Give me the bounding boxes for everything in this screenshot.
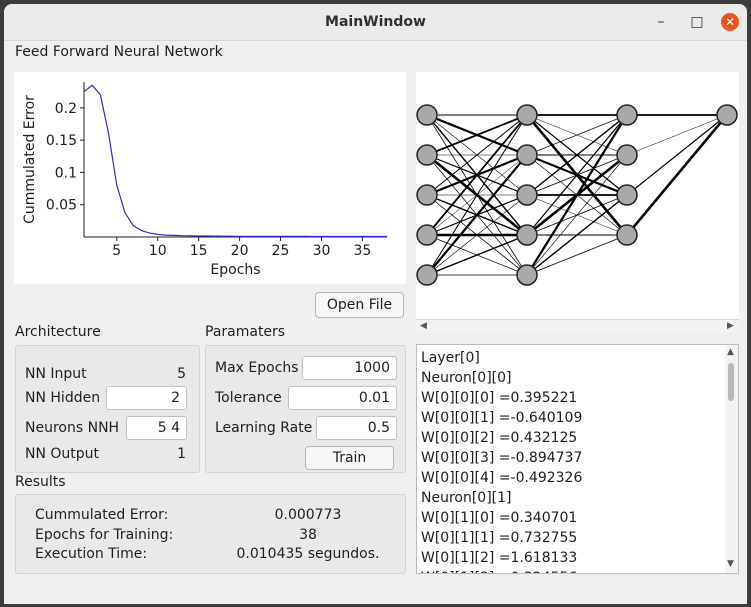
neuron-node (616, 104, 638, 126)
neuron-node (416, 224, 438, 246)
nn-input-value: 5 (177, 366, 186, 382)
execution-time-label: Execution Time: (35, 546, 148, 562)
neuron-node (416, 144, 438, 166)
scroll-up-icon[interactable]: ▲ (727, 347, 734, 357)
log-vertical-scrollbar[interactable]: ▲ ▼ (725, 344, 739, 574)
title-bar: MainWindow – □ ✕ (4, 4, 747, 41)
scroll-right-icon[interactable]: ▶ (727, 321, 734, 331)
architecture-title: Architecture (15, 324, 101, 340)
log-line: Neuron[0][0] (421, 370, 512, 386)
tolerance-label: Tolerance (215, 390, 282, 406)
diagram-horizontal-scrollbar[interactable]: ◀ ▶ (416, 319, 739, 333)
scroll-left-icon[interactable]: ◀ (420, 321, 427, 331)
x-tick-label: 5 (112, 243, 121, 259)
log-line: Layer[0] (421, 350, 480, 366)
x-tick-label: 15 (190, 243, 208, 259)
cummulated-error-value: 0.000773 (274, 507, 342, 523)
results-group: Cummulated Error: 0.000773 Epochs for Tr… (15, 494, 406, 574)
parameters-group: Max Epochs 1000 Tolerance 0.01 Learning … (205, 345, 406, 473)
y-tick-label: 0.1 (55, 165, 77, 181)
nn-hidden-field[interactable]: 2 (106, 386, 187, 410)
parameters-title: Paramaters (205, 324, 286, 340)
connection-line (526, 234, 628, 276)
error-chart-panel: 5 10 15 20 25 30 35 0.05 0.1 0.15 0.2 Epochs Cummula… (14, 72, 406, 284)
train-button[interactable]: Train (305, 446, 394, 470)
log-line: W[0][0][3] =-0.894737 (421, 450, 583, 466)
log-line: W[0][1][0] =0.340701 (421, 510, 578, 526)
results-title: Results (15, 474, 66, 490)
epochs-training-label: Epochs for Training: (35, 527, 174, 543)
architecture-group: NN Input 5 NN Hidden 2 Neurons NNH 5 4 N… (15, 345, 200, 473)
log-line: W[0][1][2] =1.618133 (421, 550, 578, 566)
y-tick-label: 0.2 (55, 101, 77, 117)
x-tick-label: 30 (313, 243, 331, 259)
epochs-training-value: 38 (299, 527, 317, 543)
close-icon[interactable]: ✕ (721, 13, 739, 31)
menu-bar: Feed Forward Neural Network (4, 41, 747, 65)
x-tick-label: 35 (354, 243, 372, 259)
log-line: W[0][1][3] =0.324556 (417, 568, 725, 573)
learning-rate-field[interactable]: 0.5 (316, 416, 397, 440)
log-line: W[0][0][0] =0.395221 (421, 390, 578, 406)
x-tick-label: 10 (149, 243, 167, 259)
main-window: MainWindow – □ ✕ Feed Forward Neural Net… (4, 4, 747, 604)
window-title: MainWindow (325, 14, 426, 30)
x-tick-label: 20 (231, 243, 249, 259)
neuron-node (716, 104, 738, 126)
neuron-node (516, 144, 538, 166)
log-line: W[0][1][1] =0.732755 (421, 530, 578, 546)
tolerance-field[interactable]: 0.01 (288, 386, 397, 410)
y-tick-label: 0.05 (46, 198, 77, 214)
log-line: W[0][0][1] =-0.640109 (421, 410, 583, 426)
neuron-node (516, 224, 538, 246)
nn-input-label: NN Input (25, 366, 87, 382)
minimize-icon[interactable]: – (652, 13, 670, 31)
error-series-line (83, 84, 387, 238)
nn-output-value: 1 (177, 446, 186, 462)
network-diagram-panel (416, 72, 739, 319)
neurons-nnh-field[interactable]: 5 4 (126, 416, 187, 440)
connection-line (626, 114, 728, 196)
y-tick-label: 0.15 (46, 133, 77, 149)
y-axis-label: Cummulated Error (22, 95, 38, 224)
neuron-node (516, 184, 538, 206)
connection-line (626, 114, 728, 236)
nn-output-label: NN Output (25, 446, 100, 462)
neuron-node (416, 264, 438, 286)
neuron-node (616, 144, 638, 166)
max-epochs-label: Max Epochs (215, 360, 299, 376)
weights-log[interactable]: Layer[0] Neuron[0][0] W[0][0][0] =0.395221… (416, 344, 726, 574)
scroll-thumb[interactable] (728, 363, 734, 401)
error-chart: 5 10 15 20 25 30 35 0.05 0.1 0.15 0.2 Epochs Cummula… (22, 82, 387, 278)
cummulated-error-label: Cummulated Error: (35, 507, 169, 523)
learning-rate-label: Learning Rate (215, 420, 313, 436)
maximize-icon[interactable]: □ (688, 13, 706, 31)
neuron-node (616, 224, 638, 246)
log-line: Neuron[0][1] (421, 490, 512, 506)
neurons-nnh-label: Neurons NNH (25, 420, 120, 436)
log-line: W[0][0][4] =-0.492326 (421, 470, 583, 486)
x-tick-label: 25 (272, 243, 290, 259)
log-line: W[0][0][2] =0.432125 (421, 430, 578, 446)
neuron-node (516, 264, 538, 286)
execution-time-value: 0.010435 segundos. (236, 546, 380, 562)
neuron-node (416, 104, 438, 126)
x-axis-label: Epochs (210, 262, 260, 278)
menu-feed-forward[interactable]: Feed Forward Neural Network (15, 44, 223, 60)
max-epochs-field[interactable]: 1000 (302, 356, 397, 380)
network-diagram (416, 104, 738, 286)
neuron-node (516, 104, 538, 126)
open-file-button[interactable]: Open File (315, 292, 404, 318)
scroll-down-icon[interactable]: ▼ (727, 559, 734, 569)
nn-hidden-label: NN Hidden (25, 390, 101, 406)
neuron-node (616, 184, 638, 206)
neuron-node (416, 184, 438, 206)
